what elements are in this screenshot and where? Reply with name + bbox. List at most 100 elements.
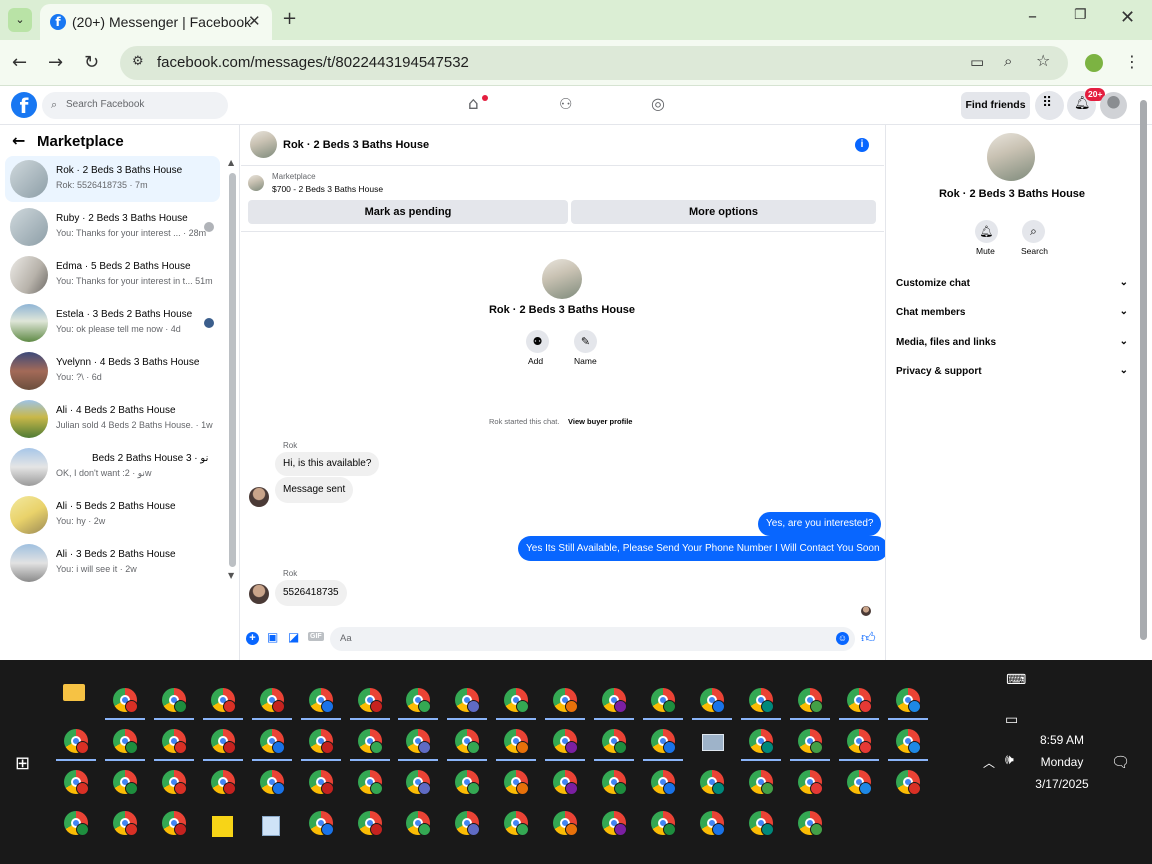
account-avatar[interactable] [1100, 92, 1127, 119]
chrome-profile-icon[interactable] [113, 770, 138, 795]
back-icon[interactable]: ← [12, 52, 27, 73]
chrome-profile-icon[interactable] [896, 770, 921, 795]
list-scrollbar[interactable] [229, 173, 236, 567]
chrome-profile-icon[interactable] [260, 688, 285, 713]
site-info-icon[interactable]: ⚙ [132, 54, 144, 69]
install-app-icon[interactable]: ▭ [970, 53, 984, 71]
emoji-icon[interactable]: ☺ [836, 632, 849, 645]
zoom-icon[interactable]: ⌕ [1004, 52, 1012, 70]
conversation-item[interactable]: Edma · 5 Beds 2 Baths House You: Thanks … [5, 252, 220, 298]
more-options-button[interactable]: More options [571, 200, 876, 224]
computer-icon[interactable] [702, 734, 724, 751]
chrome-profile-icon[interactable] [64, 729, 89, 754]
sender-avatar[interactable] [249, 487, 269, 507]
chrome-profile-icon[interactable] [309, 688, 334, 713]
groups-icon[interactable]: ◎ [651, 94, 665, 113]
chrome-profile-icon[interactable] [260, 729, 285, 754]
chrome-profile-icon[interactable] [896, 729, 921, 754]
chat-members-item[interactable]: Chat members ⌄ [896, 306, 1128, 318]
action-center-icon[interactable]: 🗨︎ [1111, 753, 1130, 771]
chrome-profile-icon[interactable] [651, 811, 676, 836]
home-icon[interactable]: ⌂ [468, 94, 479, 114]
facebook-search-input[interactable]: ⌕ Search Facebook [42, 92, 228, 119]
page-scrollbar[interactable] [1140, 100, 1147, 640]
chrome-profile-icon[interactable] [406, 811, 431, 836]
conversation-item[interactable]: Ali · 4 Beds 2 Baths House Julian sold 4… [5, 396, 220, 442]
chrome-profile-icon[interactable] [700, 770, 725, 795]
chrome-profile-icon[interactable] [64, 770, 89, 795]
conversation-item[interactable]: Ali · 3 Beds 2 Baths House You: i will s… [5, 540, 220, 586]
chrome-profile-icon[interactable] [211, 770, 236, 795]
message-input[interactable]: Aa ☺ [330, 627, 855, 651]
chrome-profile-icon[interactable] [798, 811, 823, 836]
chrome-profile-icon[interactable] [798, 729, 823, 754]
chrome-profile-icon[interactable] [798, 688, 823, 713]
back-arrow-icon[interactable]: ← [12, 131, 25, 150]
chrome-profile-icon[interactable] [113, 688, 138, 713]
add-attachment-icon[interactable]: + [246, 632, 259, 645]
view-buyer-profile-link[interactable]: View buyer profile [568, 417, 632, 426]
conversation-item[interactable]: Estela · 3 Beds 2 Baths House You: ok pl… [5, 300, 220, 346]
start-windows-icon[interactable]: ⊞ [15, 753, 30, 774]
chrome-profile-icon[interactable] [211, 688, 236, 713]
message-bubble[interactable]: Hi, is this available? [275, 452, 380, 476]
sticker-icon[interactable]: ◪ [288, 630, 299, 644]
chrome-profile-icon[interactable] [309, 811, 334, 836]
file-explorer-icon[interactable] [63, 684, 85, 701]
privacy-support-item[interactable]: Privacy & support ⌄ [896, 365, 1128, 377]
chrome-profile-icon[interactable] [651, 729, 676, 754]
message-bubble[interactable]: Yes, are you interested? [758, 512, 882, 536]
menu-button[interactable]: ⠿ [1035, 91, 1064, 120]
tab-close-icon[interactable]: ✕ [248, 12, 261, 30]
show-hidden-icons-icon[interactable]: ︿ [983, 754, 995, 771]
chrome-profile-icon[interactable] [162, 688, 187, 713]
chrome-profile-icon[interactable] [504, 811, 529, 836]
chrome-profile-icon[interactable] [309, 729, 334, 754]
bookmark-star-icon[interactable]: ☆ [1036, 51, 1050, 70]
scroll-down-arrow[interactable]: ▼ [228, 571, 234, 580]
photo-icon[interactable]: ▣ [267, 630, 278, 644]
chrome-profile-icon[interactable] [113, 729, 138, 754]
network-icon[interactable]: ▭ [1005, 712, 1018, 728]
chrome-profile-icon[interactable] [553, 688, 578, 713]
info-icon[interactable]: i [855, 138, 869, 152]
chrome-profile-icon[interactable] [309, 770, 334, 795]
image-viewer-icon[interactable] [262, 816, 280, 836]
chrome-profile-icon[interactable] [64, 811, 89, 836]
chrome-profile-icon[interactable] [847, 770, 872, 795]
chrome-profile-icon[interactable] [700, 688, 725, 713]
chrome-profile-icon[interactable] [504, 729, 529, 754]
conversation-item[interactable]: Yvelynn · 4 Beds 3 Baths House You: ?\ ·… [5, 348, 220, 394]
chrome-profile-icon[interactable] [358, 770, 383, 795]
sticky-notes-icon[interactable] [212, 816, 233, 837]
conversation-item[interactable]: Rok · 2 Beds 3 Baths House Rok: 55264187… [5, 156, 220, 202]
chrome-profile-icon[interactable] [602, 729, 627, 754]
clock-time[interactable]: 8:59 AM [1030, 733, 1094, 747]
forward-icon[interactable]: → [48, 52, 63, 73]
chrome-profile-icon[interactable] [847, 688, 872, 713]
chrome-profile-icon[interactable] [749, 770, 774, 795]
url-field[interactable]: ⚙ facebook.com/messages/t/80224431945475… [120, 46, 1068, 80]
mark-pending-button[interactable]: Mark as pending [248, 200, 568, 224]
new-tab-icon[interactable]: + [282, 8, 297, 29]
chrome-menu-icon[interactable]: ⋮ [1124, 52, 1140, 71]
media-files-item[interactable]: Media, files and links ⌄ [896, 336, 1128, 348]
profile-avatar[interactable] [1085, 54, 1103, 72]
message-bubble[interactable]: Yes Its Still Available, Please Send You… [518, 536, 888, 561]
like-thumb-icon[interactable]: 👍︎ [861, 629, 876, 646]
chrome-profile-icon[interactable] [406, 729, 431, 754]
chrome-profile-icon[interactable] [358, 811, 383, 836]
restore-icon[interactable]: ❐ [1074, 7, 1087, 23]
tab-search-button[interactable]: ⌄ [8, 8, 32, 32]
chrome-profile-icon[interactable] [162, 729, 187, 754]
chrome-profile-icon[interactable] [406, 770, 431, 795]
listing-text[interactable]: $700 - 2 Beds 3 Baths House [272, 184, 383, 194]
chrome-profile-icon[interactable] [358, 729, 383, 754]
tab-messenger[interactable]: f (20+) Messenger | Facebook ✕ [40, 4, 272, 40]
chrome-profile-icon[interactable] [455, 811, 480, 836]
chat-header-title[interactable]: Rok · 2 Beds 3 Baths House [283, 139, 429, 151]
chrome-profile-icon[interactable] [358, 688, 383, 713]
chrome-profile-icon[interactable] [651, 688, 676, 713]
chrome-profile-icon[interactable] [504, 770, 529, 795]
chrome-profile-icon[interactable] [749, 811, 774, 836]
